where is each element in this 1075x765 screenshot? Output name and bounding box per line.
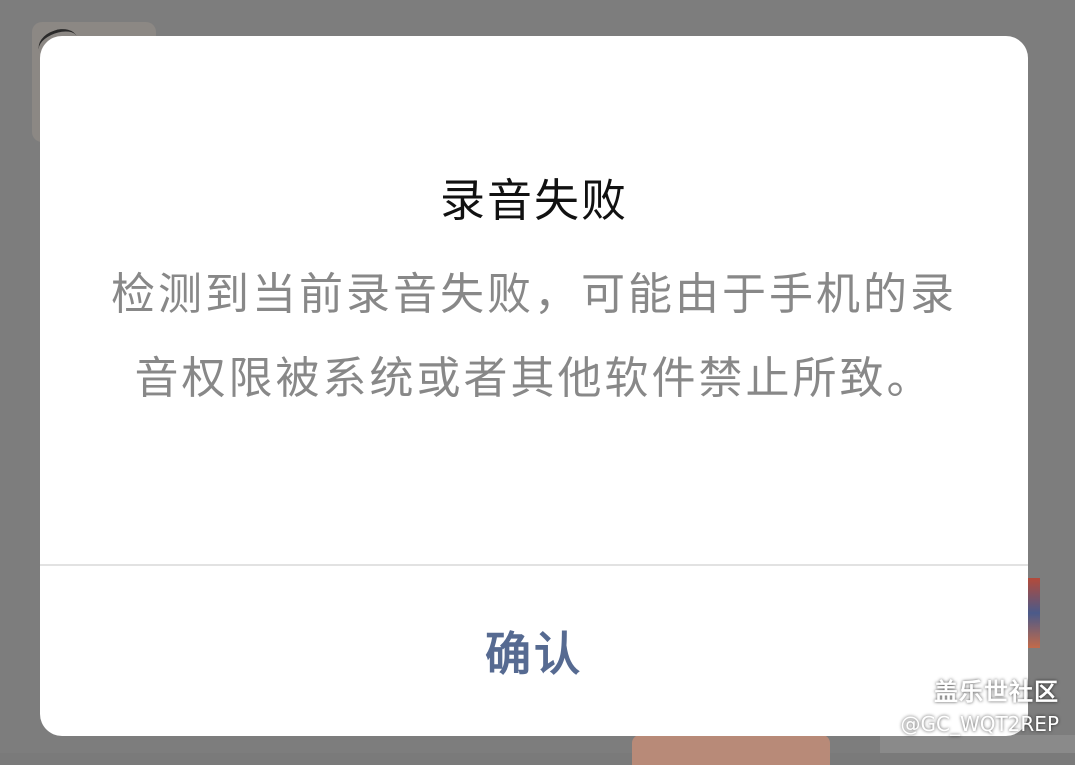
watermark-handle: @GC_WQT2REP xyxy=(900,712,1059,736)
watermark-brand: 盖乐世社区 xyxy=(934,678,1059,706)
background-thumbnail xyxy=(632,735,830,765)
confirm-button[interactable]: 确认 xyxy=(40,566,1028,736)
dialog-message: 检测到当前录音失败，可能由于手机的录音权限被系统或者其他软件禁止所致。 xyxy=(111,269,957,404)
recording-failed-dialog: 录音失败 检测到当前录音失败，可能由于手机的录音权限被系统或者其他软件禁止所致。… xyxy=(40,36,1028,736)
watermark: 盖乐世社区 @GC_WQT2REP xyxy=(900,675,1059,739)
dialog-title: 录音失败 xyxy=(439,174,628,227)
confirm-button-label: 确认 xyxy=(485,627,583,681)
